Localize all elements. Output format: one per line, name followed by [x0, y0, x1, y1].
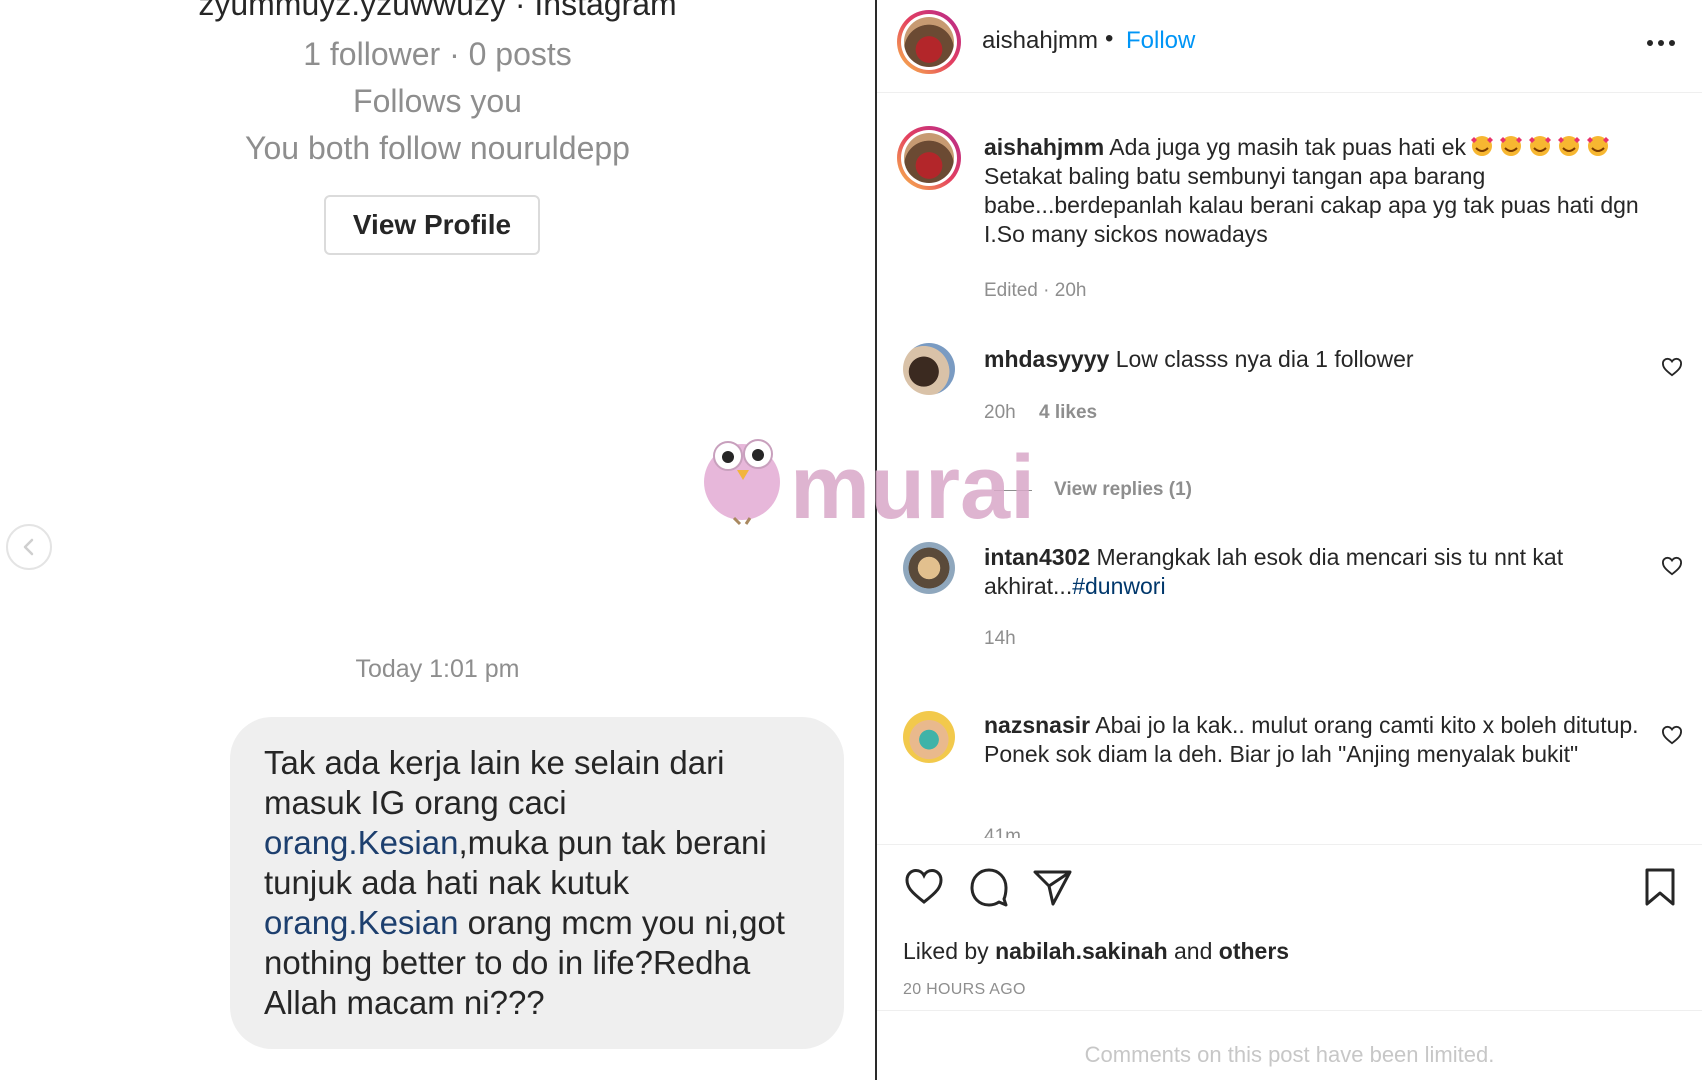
message-text-1: Tak ada kerja lain ke selain dari masuk … — [264, 744, 725, 821]
previous-button[interactable] — [6, 524, 52, 570]
header-avatar-ring[interactable] — [897, 10, 961, 74]
smiling-face-with-hearts-icon — [1587, 136, 1609, 156]
more-icon[interactable] — [1646, 38, 1676, 48]
liked-by-user[interactable]: nabilah.sakinah — [995, 938, 1168, 964]
liked-by-middle: and — [1167, 938, 1219, 964]
heart-icon[interactable] — [903, 866, 945, 908]
liked-by-others[interactable]: others — [1219, 938, 1289, 964]
heart-icon[interactable] — [1661, 725, 1683, 745]
follow-button[interactable]: Follow — [1126, 27, 1195, 55]
watermark-text: murai — [790, 438, 1035, 532]
message-bubble: Tak ada kerja lain ke selain dari masuk … — [230, 717, 844, 1049]
comment-time: 14h — [984, 628, 1016, 649]
avatar — [904, 17, 954, 67]
profile-stats: 1 follower · 0 posts — [303, 36, 572, 72]
chevron-left-icon — [23, 538, 34, 556]
smiling-face-with-hearts-icon — [1558, 136, 1580, 156]
direct-message-panel: zyummuyz.yzuwwuzy · Instagram 1 follower… — [0, 0, 875, 1080]
comment-avatar[interactable] — [903, 542, 955, 594]
heart-icon[interactable] — [1661, 357, 1683, 377]
comment-time-clip: 41m — [984, 826, 1084, 838]
caption-avatar-ring[interactable] — [897, 126, 961, 190]
comment-meta: 20h 4 likes — [984, 402, 1097, 424]
heart-icon[interactable] — [1661, 556, 1683, 576]
actions-divider — [877, 844, 1702, 845]
caption-text-rest: Setakat baling batu sembunyi tangan apa … — [984, 163, 1639, 247]
avatar — [904, 133, 954, 183]
comment-likes[interactable]: 4 likes — [1039, 402, 1097, 423]
smiling-face-with-hearts-icon — [1471, 136, 1493, 156]
comment-time: 41m — [984, 826, 1021, 838]
comment: nazsnasir Abai jo la kak.. mulut orang c… — [984, 711, 1644, 769]
limited-divider — [877, 1010, 1702, 1011]
liked-by-prefix: Liked by — [903, 938, 996, 964]
header-separator: • — [1105, 25, 1114, 52]
comment-text: Low classs nya dia 1 follower — [1115, 346, 1414, 372]
comment: mhdasyyyy Low classs nya dia 1 follower — [984, 345, 1644, 374]
smiling-face-with-hearts-icon — [1500, 136, 1522, 156]
comment-icon[interactable] — [968, 866, 1010, 908]
view-profile-button[interactable]: View Profile — [324, 195, 540, 255]
comment-avatar[interactable] — [903, 711, 955, 763]
bookmark-icon[interactable] — [1639, 866, 1681, 908]
caption-username[interactable]: aishahjmm — [984, 134, 1104, 160]
comments-limited-notice: Comments on this post have been limited. — [1084, 1042, 1495, 1067]
message-link-1[interactable]: orang.Kesian — [264, 824, 458, 861]
smiling-face-with-hearts-icon — [1529, 136, 1551, 156]
instagram-post-panel: aishahjmm • Follow aishahjmm Ada juga yg… — [877, 0, 1702, 1080]
follows-you-label: Follows you — [353, 83, 522, 119]
comment-username[interactable]: nazsnasir — [984, 712, 1090, 738]
post-time-ago: 20 HOURS AGO — [903, 981, 1026, 998]
post-header: aishahjmm • Follow — [877, 0, 1702, 93]
header-username[interactable]: aishahjmm — [982, 27, 1098, 55]
message-timestamp: Today 1:01 pm — [355, 655, 520, 683]
comment: intan4302 Merangkak lah esok dia mencari… — [984, 543, 1644, 601]
message-link-2[interactable]: orang.Kesian — [264, 904, 458, 941]
mutual-follow-label: You both follow nouruldepp — [245, 130, 630, 166]
comment-avatar[interactable] — [903, 343, 955, 395]
share-icon[interactable] — [1031, 866, 1073, 908]
watermark-logo: murai — [704, 438, 1035, 532]
comment-time: 20h — [984, 402, 1016, 423]
caption: aishahjmm Ada juga yg masih tak puas hat… — [984, 133, 1684, 249]
profile-title: zyummuyz.yzuwwuzy · Instagram — [198, 0, 677, 22]
comment-username[interactable]: mhdasyyyy — [984, 346, 1109, 372]
comment-hashtag[interactable]: #dunwori — [1072, 573, 1165, 599]
liked-by: Liked by nabilah.sakinah and others — [903, 938, 1289, 965]
comment-username[interactable]: intan4302 — [984, 544, 1090, 570]
caption-text-start: Ada juga yg masih tak puas hati ek — [1109, 134, 1466, 160]
caption-meta: Edited · 20h — [984, 280, 1087, 301]
